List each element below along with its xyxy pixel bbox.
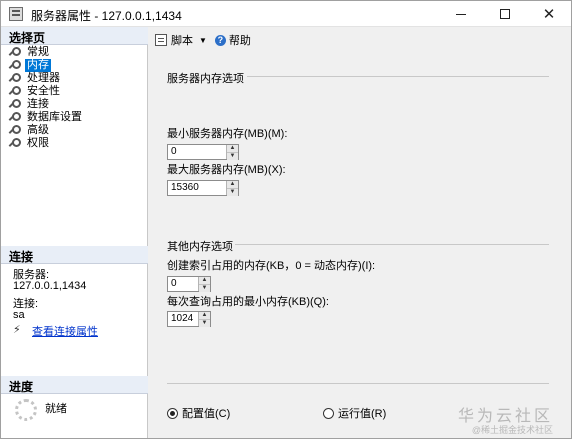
spin-up-icon[interactable]: ▲ <box>199 277 210 285</box>
connection-icon <box>13 323 27 337</box>
group-divider <box>247 76 549 77</box>
spin-down-icon[interactable]: ▼ <box>227 189 238 196</box>
running-values-label: 运行值(R) <box>338 408 387 420</box>
progress-status: 就绪 <box>45 403 67 415</box>
nav-item-label: 处理器 <box>27 72 60 84</box>
bottom-divider <box>167 383 549 384</box>
min-memory-value[interactable]: 0 <box>168 145 226 159</box>
close-icon: ✕ <box>542 5 556 23</box>
memory-options-group-title: 服务器内存选项 <box>167 73 244 85</box>
stepper-buttons: ▲ ▼ <box>226 145 238 160</box>
minimize-icon <box>456 13 466 15</box>
min-memory-stepper[interactable]: 0 ▲ ▼ <box>167 144 239 160</box>
progress-header: 进度 <box>1 376 148 394</box>
min-query-memory-value[interactable]: 1024 <box>168 312 198 326</box>
minimize-button[interactable] <box>439 1 483 27</box>
nav-item-general[interactable]: 常规 <box>7 46 84 59</box>
stepper-buttons: ▲ ▼ <box>198 277 210 292</box>
min-query-memory-label: 每次查询占用的最小内存(KB)(Q): <box>167 296 329 308</box>
wrench-icon <box>7 73 21 84</box>
nav-item-label: 常规 <box>27 46 49 58</box>
script-icon <box>155 34 167 46</box>
min-query-memory-stepper[interactable]: 1024 ▲ ▼ <box>167 311 211 327</box>
connection-value: sa <box>13 309 25 321</box>
page-nav-list: 常规 内存 处理器 安全性 连接 数据库设置 高级 权限 <box>7 46 84 150</box>
close-button[interactable]: ✕ <box>527 1 571 27</box>
title-bar: 服务器属性 - 127.0.0.1,1434 ✕ <box>1 1 571 27</box>
nav-item-label: 权限 <box>27 137 49 149</box>
spin-down-icon[interactable]: ▼ <box>227 153 238 160</box>
stepper-buttons: ▲ ▼ <box>226 181 238 196</box>
script-button[interactable]: 脚本 ▼ <box>155 32 215 48</box>
help-button[interactable]: ? 帮助 <box>214 32 251 48</box>
server-icon <box>9 7 23 21</box>
nav-item-permissions[interactable]: 权限 <box>7 137 84 150</box>
connection-header: 连接 <box>1 246 148 264</box>
wrench-icon <box>7 125 21 136</box>
nav-item-connections[interactable]: 连接 <box>7 98 84 111</box>
maximize-button[interactable] <box>483 1 527 27</box>
nav-item-label: 高级 <box>27 124 49 136</box>
left-pane: 选择页 常规 内存 处理器 安全性 连接 数据库设置 高级 权限 连接 服务器:… <box>1 27 148 438</box>
spin-down-icon[interactable]: ▼ <box>199 320 210 327</box>
configured-values-radio[interactable]: 配置值(C) <box>167 405 230 421</box>
server-properties-dialog: 服务器属性 - 127.0.0.1,1434 ✕ 选择页 常规 内存 处理器 安… <box>0 0 572 439</box>
index-memory-stepper[interactable]: 0 ▲ ▼ <box>167 276 211 292</box>
wrench-icon <box>7 47 21 58</box>
nav-item-label: 数据库设置 <box>27 111 82 123</box>
help-label: 帮助 <box>228 35 251 47</box>
wrench-icon <box>7 86 21 97</box>
stepper-buttons: ▲ ▼ <box>198 312 210 327</box>
radio-checked-icon[interactable] <box>167 407 178 419</box>
window-title: 服务器属性 - 127.0.0.1,1434 <box>31 9 182 23</box>
progress-spinner-icon <box>15 399 37 421</box>
wrench-icon <box>7 60 21 71</box>
wrench-icon <box>7 99 21 110</box>
max-memory-stepper[interactable]: 15360 ▲ ▼ <box>167 180 239 196</box>
nav-item-advanced[interactable]: 高级 <box>7 124 84 137</box>
view-connection-properties-link[interactable]: 查看连接属性 <box>13 323 98 339</box>
spin-down-icon[interactable]: ▼ <box>199 285 210 292</box>
wrench-icon <box>7 138 21 149</box>
radio-unchecked-icon[interactable] <box>323 407 334 419</box>
nav-item-label: 连接 <box>27 98 49 110</box>
index-memory-label: 创建索引占用的内存(KB，0 = 动态内存)(I): <box>167 260 376 272</box>
max-memory-label: 最大服务器内存(MB)(X): <box>167 164 286 176</box>
watermark-sub: @稀土掘金技术社区 <box>471 425 553 435</box>
min-memory-label: 最小服务器内存(MB)(M): <box>167 128 288 140</box>
nav-item-label: 安全性 <box>27 85 60 97</box>
wrench-icon <box>7 112 21 123</box>
nav-item-label: 内存 <box>25 59 51 72</box>
maximize-icon <box>500 9 510 19</box>
spin-up-icon[interactable]: ▲ <box>227 181 238 189</box>
nav-item-security[interactable]: 安全性 <box>7 85 84 98</box>
nav-item-memory[interactable]: 内存 <box>7 59 84 72</box>
script-label: 脚本 <box>171 35 193 47</box>
nav-item-processors[interactable]: 处理器 <box>7 72 84 85</box>
select-page-header: 选择页 <box>1 27 148 45</box>
server-value: 127.0.0.1,1434 <box>13 280 87 292</box>
toolbar: 脚本 ▼ ? 帮助 <box>149 27 571 53</box>
other-memory-group-title: 其他内存选项 <box>167 241 233 253</box>
index-memory-value[interactable]: 0 <box>168 277 198 291</box>
group-divider <box>235 244 549 245</box>
view-connection-link-text: 查看连接属性 <box>32 326 98 338</box>
help-icon: ? <box>214 34 226 46</box>
chevron-down-icon[interactable]: ▼ <box>199 36 207 45</box>
max-memory-value[interactable]: 15360 <box>168 181 226 195</box>
spin-up-icon[interactable]: ▲ <box>199 312 210 320</box>
spin-up-icon[interactable]: ▲ <box>227 145 238 153</box>
configured-values-label: 配置值(C) <box>182 408 231 420</box>
nav-item-database-settings[interactable]: 数据库设置 <box>7 111 84 124</box>
memory-page-content: 服务器内存选项 最小服务器内存(MB)(M): 0 ▲ ▼ 最大服务器内存(MB… <box>149 53 571 438</box>
running-values-radio[interactable]: 运行值(R) <box>323 405 386 421</box>
